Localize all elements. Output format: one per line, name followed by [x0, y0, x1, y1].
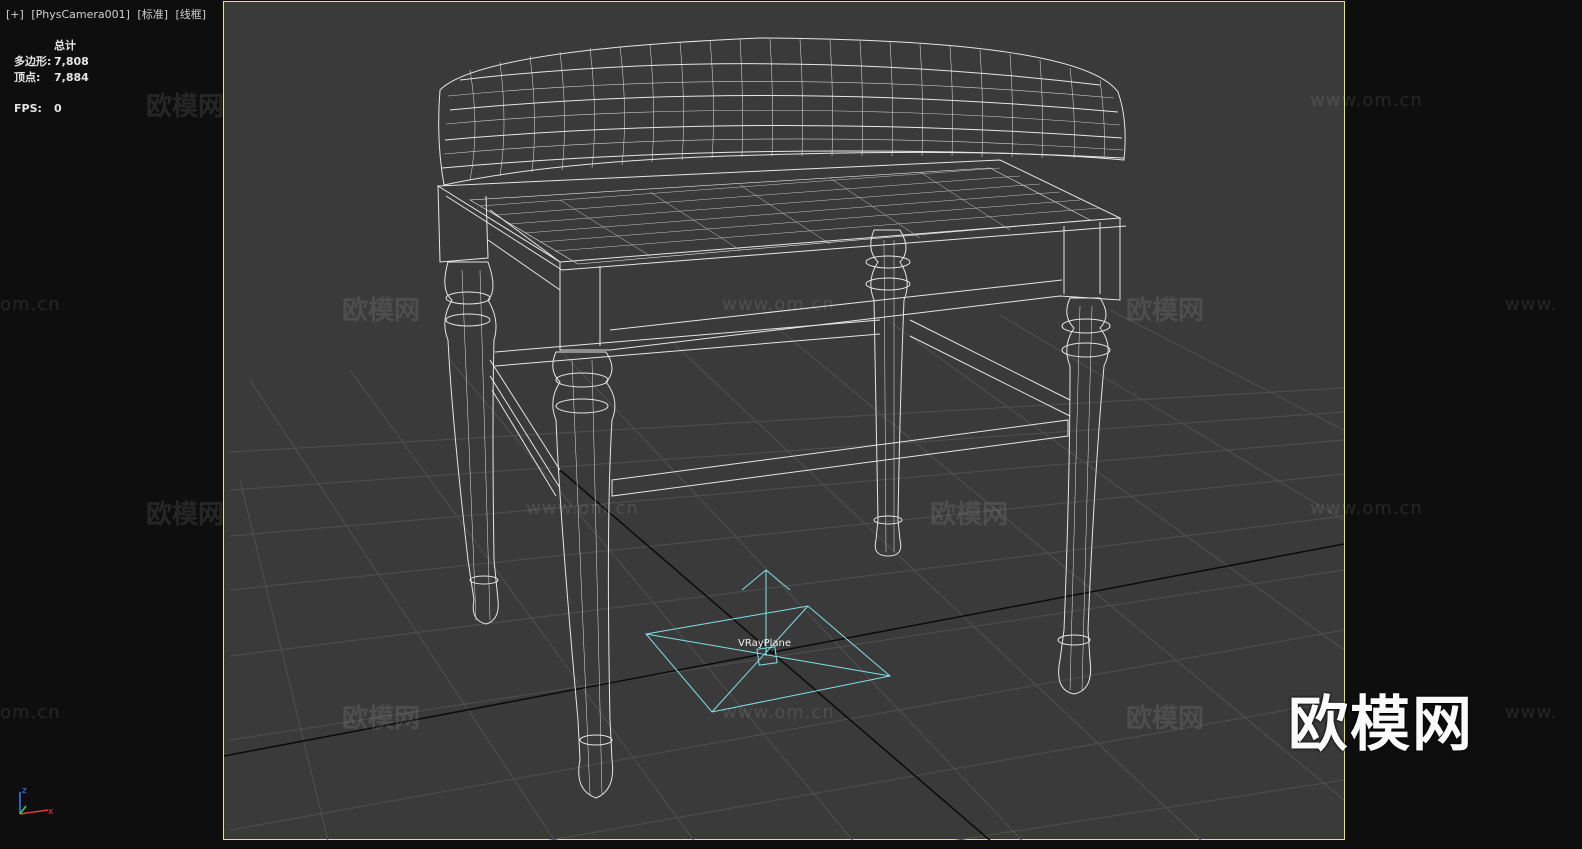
axis-z-label: z: [22, 786, 27, 796]
watermark-cn: 欧模网: [1126, 704, 1205, 734]
watermark-cn: 欧模网: [930, 500, 1009, 530]
watermark-en: www.om.cn: [722, 702, 835, 723]
vrayplane-label: VRayPlane: [738, 638, 792, 649]
brand-watermark: 欧模网: [1288, 690, 1474, 760]
axis-x-label: x: [48, 807, 54, 817]
viewport-menu-plus[interactable]: [+]: [6, 8, 24, 21]
viewport-label-menu[interactable]: [+] [PhysCamera001] [标准] [线框]: [6, 6, 210, 22]
watermark-cn: 欧模网: [146, 92, 225, 122]
watermark-en-partial: www.: [1505, 294, 1558, 315]
viewport-camera-label[interactable]: [PhysCamera001]: [31, 8, 130, 21]
watermark-cn: 欧模网: [146, 500, 225, 530]
watermark-en: www.om.cn: [722, 294, 835, 315]
viewport-shading-mode[interactable]: [线框]: [176, 8, 207, 21]
viewport-shading-std[interactable]: [标准]: [137, 8, 168, 21]
fps-value: 0: [54, 102, 62, 115]
watermark-en: www.om.cn: [526, 498, 639, 519]
watermark-en-partial: om.cn: [0, 702, 61, 723]
watermark-en-partial: www.: [1505, 702, 1558, 723]
watermark-cn: 欧模网: [342, 296, 421, 326]
vertices-label: 顶点:: [14, 71, 41, 84]
vertices-value: 7,884: [54, 71, 89, 84]
watermark-en: www.om.cn: [1310, 498, 1423, 519]
3d-viewport[interactable]: [+] [PhysCamera001] [标准] [线框] 总计 多边形: 7,…: [0, 0, 1582, 849]
watermark-cn: 欧模网: [1126, 296, 1205, 326]
watermark-en: www.om.cn: [1310, 90, 1423, 111]
watermark-cn: 欧模网: [342, 704, 421, 734]
axis-tripod-icon: z x: [19, 786, 54, 817]
polygons-label: 多边形:: [14, 55, 52, 68]
stats-header: 总计: [54, 39, 76, 52]
fps-label: FPS:: [14, 102, 42, 115]
scene-statistics: 总计 多边形: 7,808 顶点: 7,884 FPS: 0: [14, 38, 89, 117]
polygons-value: 7,808: [54, 55, 89, 68]
watermark-en-partial: om.cn: [0, 294, 61, 315]
